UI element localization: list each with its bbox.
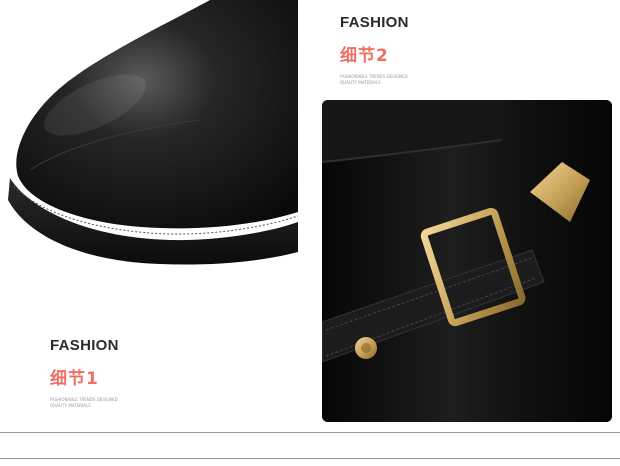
fashion-heading: FASHION [50,337,119,354]
boot-buckle-illustration [322,100,612,422]
boot-buckle-photo [322,100,612,422]
fashion-heading: FASHION [340,14,409,31]
divider-line [0,458,620,459]
section-label-detail-2: FASHION 细节2 FASHIONABLE TRENDS DESIGNED … [340,14,450,86]
detail-label: 细节2 [340,46,389,66]
detail-label: 细节1 [50,369,99,389]
boot-toe-photo [0,0,298,270]
fine-print: FASHIONABLE TRENDS DESIGNED QUALITY MATE… [340,74,450,86]
boot-toe-illustration [8,0,298,265]
divider-line [0,432,620,433]
section-label-detail-1: FASHION 细节1 FASHIONABLE TRENDS DESIGNED … [50,337,160,409]
fine-print-line: QUALITY MATERIALS [50,403,91,408]
fine-print: FASHIONABLE TRENDS DESIGNED QUALITY MATE… [50,397,160,409]
fine-print-line: QUALITY MATERIALS [340,80,381,85]
